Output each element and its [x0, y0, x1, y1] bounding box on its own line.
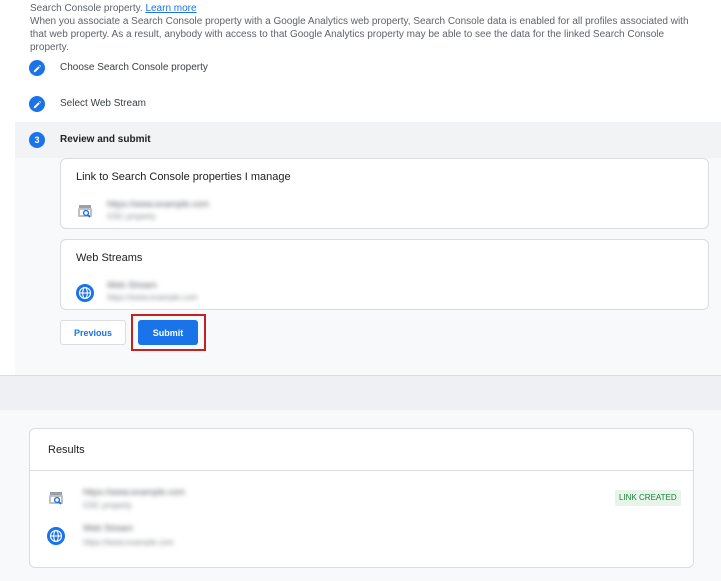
results-title: Results	[48, 444, 85, 456]
stream-url: https://www.example.com	[83, 538, 174, 547]
previous-button[interactable]: Previous	[60, 320, 126, 345]
stream-url: https://www.example.com	[107, 293, 198, 302]
divider	[30, 470, 693, 471]
intro-text: Search Console property. Learn more When…	[30, 2, 700, 54]
step-label: Choose Search Console property	[60, 62, 208, 73]
edit-pencil-icon	[29, 96, 45, 112]
property-subtitle: GSC property	[107, 212, 156, 221]
globe-icon	[46, 526, 66, 546]
step-choose-property[interactable]: Choose Search Console property	[0, 50, 721, 86]
property-url: https://www.example.com	[83, 487, 186, 497]
step-review-and-submit[interactable]: 3 Review and submit	[15, 122, 721, 158]
property-url: https://www.example.com	[107, 199, 210, 209]
property-subtitle: GSC property	[83, 501, 132, 510]
step-number-badge: 3	[29, 132, 45, 148]
link-created-badge: LINK CREATED	[615, 490, 681, 506]
search-console-icon	[46, 489, 66, 509]
learn-more-link[interactable]: Learn more	[145, 3, 196, 14]
results-card: Results https://www.example.com GSC prop…	[29, 428, 694, 568]
web-streams-card: Web Streams Web Stream https://www.examp…	[60, 239, 709, 310]
search-console-card: Link to Search Console properties I mana…	[60, 158, 709, 229]
submit-button[interactable]: Submit	[138, 320, 198, 345]
intro-description: When you associate a Search Console prop…	[30, 16, 689, 53]
stream-name: Web Stream	[83, 523, 133, 533]
intro-line1: Search Console property.	[30, 3, 143, 14]
link-wizard-panel: Search Console property. Learn more When…	[0, 0, 721, 376]
globe-icon	[75, 283, 95, 303]
step-label: Review and submit	[60, 134, 151, 145]
edit-pencil-icon	[29, 60, 45, 76]
card-title: Web Streams	[76, 252, 143, 264]
card-title: Link to Search Console properties I mana…	[76, 171, 291, 183]
search-console-icon	[75, 202, 95, 222]
step-select-web-stream[interactable]: Select Web Stream	[0, 86, 721, 122]
stream-name: Web Stream	[107, 280, 157, 290]
step-label: Select Web Stream	[60, 98, 146, 109]
